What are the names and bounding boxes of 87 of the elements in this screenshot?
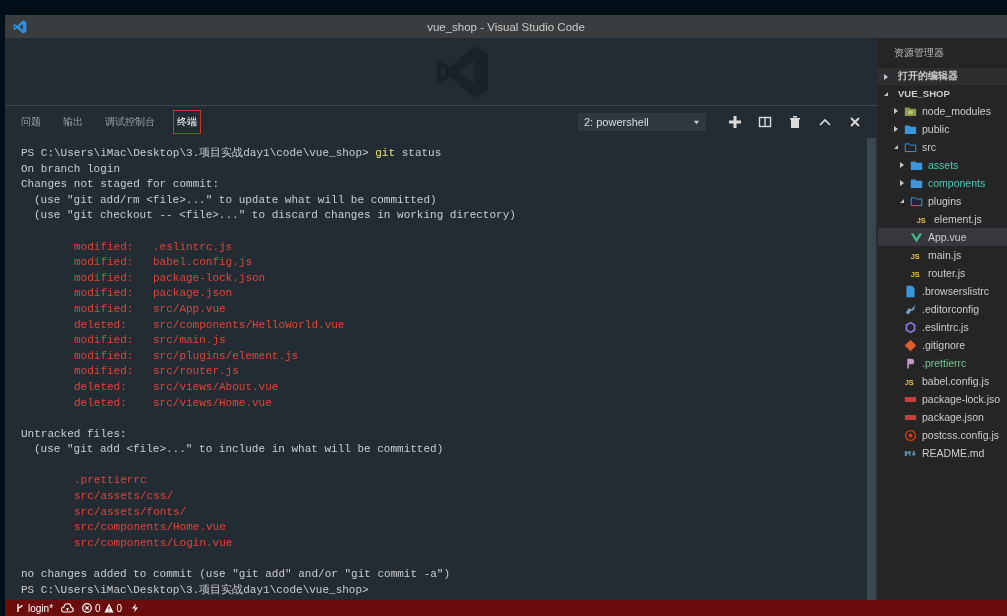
collapsed-chevron-icon[interactable] <box>882 72 890 81</box>
terminal-line: modified: src/App.vue <box>74 301 226 317</box>
terminal-line: modified: package.json <box>74 286 233 302</box>
terminal-line: modified: babel.config.js <box>74 255 253 271</box>
collapsed-chevron-icon[interactable] <box>892 107 900 115</box>
terminal-line: (use "git checkout -- <file>..." to discard changes in working directory) <box>34 208 516 224</box>
eslint-icon <box>904 320 917 334</box>
app-logo-icon <box>13 19 27 34</box>
expanded-chevron-icon[interactable] <box>892 143 900 151</box>
folder-icon <box>910 176 923 190</box>
terminal-line: modified: src/main.js <box>74 333 226 349</box>
panel-tab[interactable]: 问题 <box>17 110 45 134</box>
caret-icon <box>693 118 700 126</box>
file-item[interactable]: .prettierrc <box>878 354 1007 372</box>
folder-icon <box>904 122 917 136</box>
file-item[interactable]: .eslintrc.js <box>878 318 1007 336</box>
folder-item[interactable]: src <box>878 138 1007 156</box>
section-header[interactable]: 打开的编辑器 <box>878 68 1007 85</box>
terminal-line: src/assets/fonts/ <box>74 504 187 520</box>
folder-item[interactable]: plugins <box>878 192 1007 210</box>
collapsed-chevron-icon[interactable] <box>898 179 906 187</box>
file-item[interactable]: .editorconfig <box>878 300 1007 318</box>
file-item[interactable]: JS element.js <box>878 210 1007 228</box>
folder-item[interactable]: components <box>878 174 1007 192</box>
plus-icon[interactable] <box>728 115 742 129</box>
trash-icon[interactable] <box>788 115 802 129</box>
terminal-line: PS C:\Users\iMac\Desktop\3.项目实战day1\code\vue_shop> <box>21 582 369 598</box>
terminal-line: deleted: src/views/Home.vue <box>74 395 272 411</box>
file-item[interactable]: package-lock.jso <box>878 390 1007 408</box>
branch-indicator[interactable]: login* <box>15 602 54 614</box>
file-item[interactable]: .gitignore <box>878 336 1007 354</box>
modules-folder-icon <box>904 104 917 118</box>
terminal-line: src/components/Login.vue <box>74 535 233 551</box>
problems-indicator[interactable]: 0 0 <box>82 602 123 614</box>
file-icon <box>904 284 917 298</box>
sidebar-title: 资源管理器 <box>894 46 944 60</box>
folder-icon <box>910 194 923 208</box>
split-icon[interactable] <box>758 115 772 129</box>
js-icon: JS <box>910 248 923 262</box>
terminal-line: (use "git add/rm <file>..." to update what will be committed) <box>34 192 437 208</box>
terminal-line: Untracked files: <box>21 426 127 442</box>
file-item[interactable]: README.md <box>878 444 1007 462</box>
terminal-select[interactable]: 2: powershell <box>578 113 706 131</box>
section-header[interactable]: VUE_SHOP <box>878 85 1007 102</box>
scrollbar[interactable] <box>867 138 876 600</box>
terminal-line: modified: .eslintrc.js <box>74 239 233 255</box>
file-item[interactable]: App.vue <box>878 228 1007 246</box>
terminal-line: src/components/Home.vue <box>74 520 226 536</box>
folder-icon <box>910 158 923 172</box>
terminal-line: modified: src/router.js <box>74 364 239 380</box>
js-icon: JS <box>916 212 929 226</box>
file-item[interactable]: postcss.config.js <box>878 426 1007 444</box>
js-icon: JS <box>904 374 917 388</box>
vue-icon <box>910 230 923 244</box>
folder-icon <box>904 140 917 154</box>
git-icon <box>904 338 917 352</box>
terminal-line: no changes added to commit (use "git add" and/or "git commit -a") <box>21 567 451 583</box>
close-icon[interactable] <box>848 115 862 129</box>
terminal-line: modified: src/plugins/element.js <box>74 348 299 364</box>
panel-tab[interactable]: 调试控制台 <box>101 110 159 134</box>
file-item[interactable]: package.json <box>878 408 1007 426</box>
window-title: vue_shop - Visual Studio Code <box>427 20 585 33</box>
terminal-line: modified: package-lock.json <box>74 270 266 286</box>
terminal-line: .prettierrc <box>74 473 147 489</box>
file-item[interactable]: JS router.js <box>878 264 1007 282</box>
panel-tab[interactable]: 终端 <box>173 110 201 134</box>
cloud-upload-icon[interactable] <box>61 603 75 613</box>
file-item[interactable]: JS babel.config.js <box>878 372 1007 390</box>
file-item[interactable]: .browserslistrc <box>878 282 1007 300</box>
prettier-icon <box>904 356 917 370</box>
js-icon: JS <box>910 266 923 280</box>
folder-item[interactable]: public <box>878 120 1007 138</box>
expanded-chevron-icon[interactable] <box>898 197 906 205</box>
terminal-line: PS C:\Users\iMac\Desktop\3.项目实战day1\code\vue_shop> git status <box>21 146 443 161</box>
postcss-icon <box>904 428 917 442</box>
folder-item[interactable]: assets <box>878 156 1007 174</box>
terminal-line: (use "git add <file>..." to include in what will be committed) <box>34 442 444 458</box>
terminal-line: deleted: src/components/HelloWorld.vue <box>74 317 345 333</box>
collapsed-chevron-icon[interactable] <box>892 125 900 133</box>
terminal-line: deleted: src/views/About.vue <box>74 379 279 395</box>
collapsed-chevron-icon[interactable] <box>898 161 906 169</box>
file-item[interactable]: JS main.js <box>878 246 1007 264</box>
folder-item[interactable]: node_modules <box>878 102 1007 120</box>
terminal-line: src/assets/css/ <box>74 489 174 505</box>
terminal-line: On branch login <box>21 161 121 177</box>
terminal-line: Changes not staged for commit: <box>21 177 220 193</box>
panel-tab[interactable]: 输出 <box>59 110 87 134</box>
